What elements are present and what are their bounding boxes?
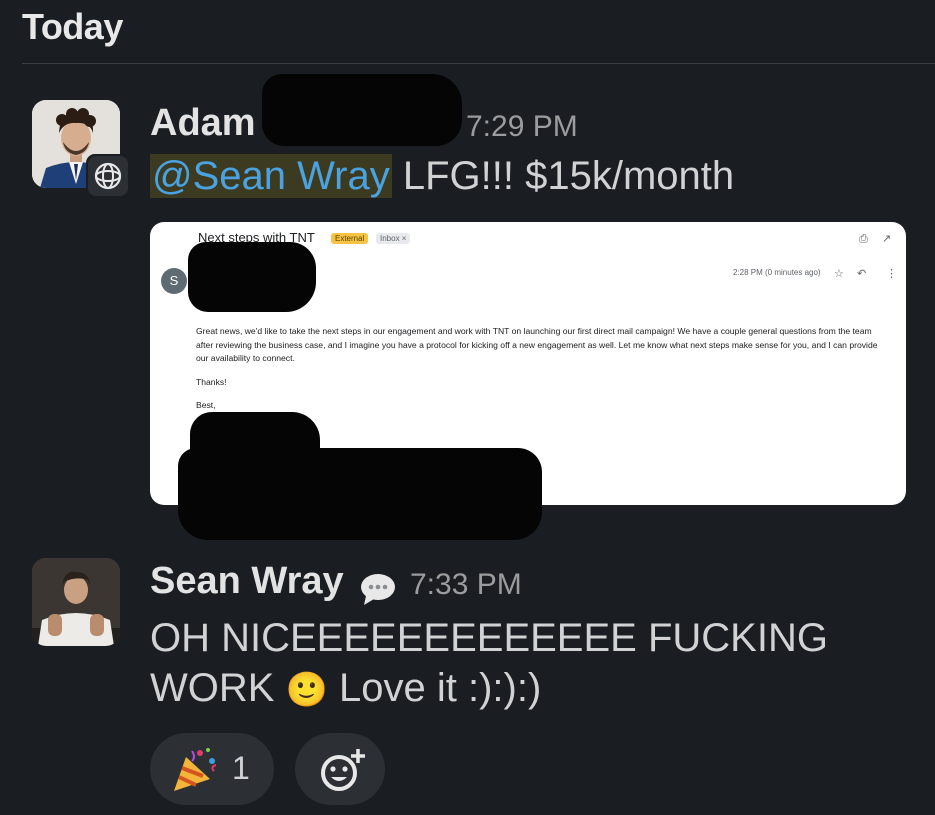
email-paragraph: Great news, we'd like to take the next s… (196, 326, 878, 363)
timestamp[interactable]: 7:33 PM (410, 568, 522, 602)
day-header: Today (22, 6, 123, 47)
add-emoji-icon (317, 747, 367, 798)
message-body: Love it :):):) (339, 666, 542, 710)
redaction (188, 242, 316, 312)
email-body: Great news, we'd like to take the next s… (196, 325, 886, 423)
author-name[interactable]: Adam (150, 102, 256, 145)
party-popper-icon (170, 747, 220, 798)
app-badge (86, 154, 130, 198)
external-label: External (331, 233, 369, 244)
star-icon: ☆ (834, 268, 844, 280)
more-icon: ⋮ (886, 268, 897, 280)
timestamp[interactable]: 7:29 PM (466, 110, 578, 144)
add-reaction-button[interactable] (295, 733, 385, 805)
chat-bubble-icon (358, 572, 398, 611)
reaction-count: 1 (232, 750, 250, 786)
open-external-icon: ↗ (882, 233, 892, 245)
avatar[interactable] (32, 558, 120, 646)
print-icon: ⎙ (859, 233, 868, 245)
inbox-label: Inbox × (376, 233, 411, 244)
message-text: WORK 🙂 Love it :):):) (150, 666, 541, 711)
user-photo (32, 558, 120, 646)
app-logo-icon (88, 156, 128, 196)
message-text: OH NICEEEEEEEEEEEEE FUCKING (150, 616, 828, 660)
day-divider (22, 63, 935, 64)
redaction (178, 448, 542, 540)
message-body: WORK (150, 666, 275, 710)
message-text: @Sean Wray LFG!!! $15k/month (150, 154, 734, 199)
author-name[interactable]: Sean Wray (150, 560, 344, 603)
message-body: LFG!!! $15k/month (391, 154, 735, 198)
email-paragraph: Best, (196, 400, 216, 410)
reaction-party-popper[interactable]: 1 (150, 733, 274, 805)
sender-avatar: S (161, 268, 187, 294)
email-timestamp: 2:28 PM (0 minutes ago) (733, 268, 821, 277)
email-paragraph: Thanks! (196, 376, 227, 387)
redaction (262, 74, 462, 146)
reply-icon: ↶ (857, 268, 867, 280)
user-mention[interactable]: @Sean Wray (150, 154, 392, 198)
slightly-smiling-face-icon: 🙂 (285, 671, 328, 709)
